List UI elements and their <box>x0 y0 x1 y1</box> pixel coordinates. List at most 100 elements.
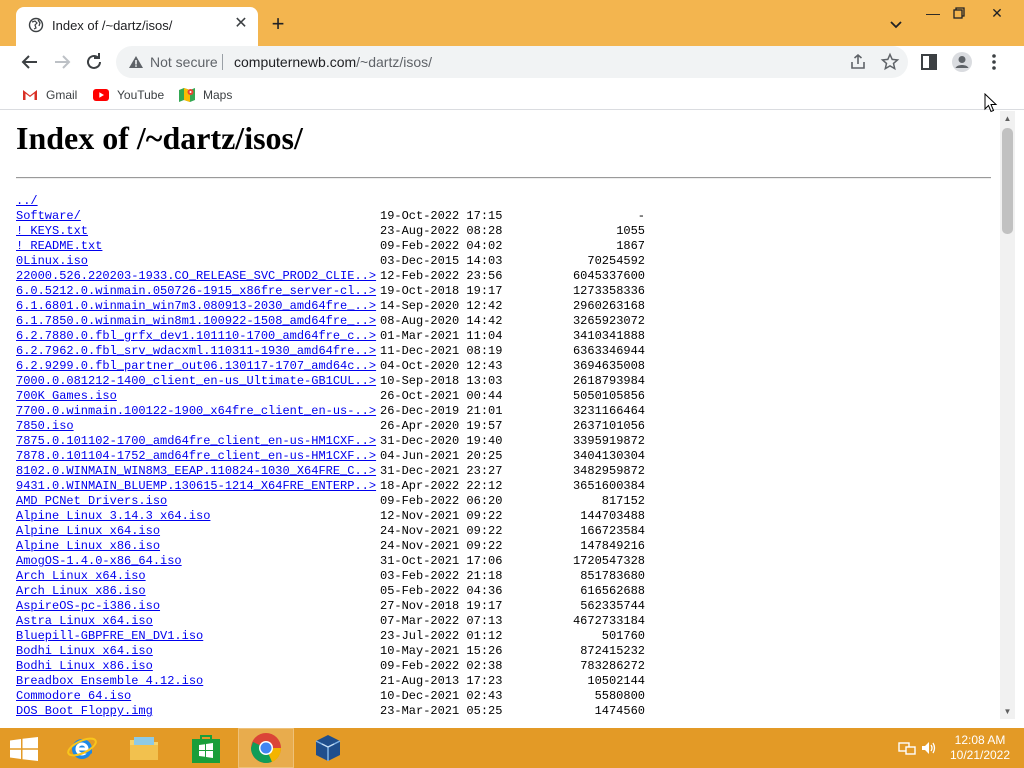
bookmark-youtube[interactable]: YouTube <box>93 85 164 105</box>
windows-start-icon[interactable] <box>10 737 38 761</box>
file-link[interactable]: Bluepill-GBPFRE_EN_DV1.iso <box>16 629 203 644</box>
file-link[interactable]: AmogOS-1.4.0-x86_64.iso <box>16 554 182 569</box>
file-link[interactable]: 6.2.7880.0.fbl_grfx_dev1.101110-1700_amd… <box>16 329 376 344</box>
modified-date: 18-Apr-2022 22:12 <box>380 479 503 493</box>
file-link[interactable]: 9431.0.WINMAIN_BLUEMP.130615-1214_X64FRE… <box>16 479 376 494</box>
reload-icon[interactable] <box>82 50 106 74</box>
file-link[interactable]: AspireOS-pc-i386.iso <box>16 599 160 614</box>
forward-arrow-icon[interactable] <box>50 50 74 74</box>
browser-toolbar: Not secure computernewb.com/~dartz/isos/ <box>0 46 1024 78</box>
file-link[interactable]: 8102.0.WINMAIN_WIN8M3_EEAP.110824-1030_X… <box>16 464 376 479</box>
file-explorer-taskbar-button[interactable] <box>116 728 172 768</box>
address-bar[interactable]: Not secure computernewb.com/~dartz/isos/ <box>116 46 908 78</box>
internet-explorer-taskbar-button[interactable] <box>54 728 110 768</box>
tab-search-chevron-icon[interactable] <box>884 15 908 35</box>
back-arrow-icon[interactable] <box>18 50 42 74</box>
file-link[interactable]: Software/ <box>16 209 81 224</box>
file-size: 783286272 <box>580 659 645 673</box>
profile-avatar-icon[interactable] <box>950 50 974 74</box>
more-menu-icon[interactable] <box>982 50 1006 74</box>
file-link[interactable]: 700K Games.iso <box>16 389 117 404</box>
file-link[interactable]: 7850.iso <box>16 419 74 434</box>
file-size: 3651600384 <box>572 479 645 493</box>
file-size: 3404130304 <box>572 449 645 463</box>
file-size: 1273358336 <box>572 284 645 298</box>
file-link[interactable]: 7875.0.101102-1700_amd64fre_client_en-us… <box>16 434 376 449</box>
scroll-thumb[interactable] <box>1002 128 1013 234</box>
file-link[interactable]: 6.1.7850.0.winmain_win8m1.100922-1508_am… <box>16 314 376 329</box>
warning-triangle-icon[interactable] <box>128 54 144 70</box>
gmail-icon <box>22 89 38 101</box>
clock-time: 12:08 AM <box>954 733 1006 747</box>
file-link[interactable]: Alpine Linux x86.iso <box>16 539 160 554</box>
side-panel-icon[interactable] <box>917 50 941 74</box>
page-title: Index of /~dartz/isos/ <box>16 120 303 156</box>
modified-date: 01-Mar-2021 11:04 <box>380 329 503 343</box>
modified-date: 09-Feb-2022 04:02 <box>380 239 503 253</box>
url-text[interactable]: computernewb.com/~dartz/isos/ <box>234 54 432 70</box>
chrome-taskbar-button[interactable] <box>238 728 294 768</box>
file-link[interactable]: 6.0.5212.0.winmain.050726-1915_x86fre_se… <box>16 284 376 299</box>
close-window-icon[interactable]: ✕ <box>980 0 1014 30</box>
bookmarks-bar: Gmail YouTube Maps <box>0 80 1024 110</box>
file-link[interactable]: 6.2.7962.0.fbl_srv_wdacxml.110311-1930_a… <box>16 344 376 359</box>
file-link[interactable]: 6.2.9299.0.fbl_partner_out06.130117-1707… <box>16 359 376 374</box>
modified-date: 11-Dec-2021 08:19 <box>380 344 503 358</box>
file-link[interactable]: 6.1.6801.0.winmain_win7m3.080913-2030_am… <box>16 299 376 314</box>
modified-date: 04-Oct-2020 12:43 <box>380 359 503 373</box>
file-link[interactable]: Breadbox Ensemble 4.12.iso <box>16 674 203 689</box>
file-link[interactable]: ! KEYS.txt <box>16 224 88 239</box>
bookmark-gmail[interactable]: Gmail <box>22 85 77 105</box>
file-size: 3410341888 <box>572 329 645 343</box>
file-link[interactable]: Commodore 64.iso <box>16 689 131 704</box>
windows-taskbar: 12:08 AM 10/21/2022 <box>0 728 1024 768</box>
active-tab[interactable]: Index of /~dartz/isos/ ✕ <box>16 7 258 46</box>
file-size: 2960263168 <box>572 299 645 313</box>
page-scrollbar[interactable]: ▲ ▼ <box>1000 111 1015 719</box>
virtualbox-taskbar-button[interactable] <box>300 728 356 768</box>
file-link[interactable]: 22000.526.220203-1933.CO_RELEASE_SVC_PRO… <box>16 269 376 284</box>
modified-date: 26-Dec-2019 21:01 <box>380 404 503 418</box>
file-link[interactable]: 7700.0.winmain.100122-1900_x64fre_client… <box>16 404 376 419</box>
share-icon[interactable] <box>848 52 868 72</box>
file-size: 3395919872 <box>572 434 645 448</box>
file-size: 1720547328 <box>572 554 645 568</box>
volume-icon[interactable] <box>920 740 938 756</box>
bookmark-label: Maps <box>203 88 233 102</box>
file-size: 1474560 <box>594 704 645 718</box>
store-taskbar-button[interactable] <box>178 728 234 768</box>
modified-date: 03-Dec-2015 14:03 <box>380 254 503 268</box>
file-link[interactable]: Arch Linux x86.iso <box>16 584 146 599</box>
file-link[interactable]: Alpine Linux x64.iso <box>16 524 160 539</box>
modified-date: 09-Feb-2022 06:20 <box>380 494 503 508</box>
youtube-icon <box>93 89 109 101</box>
file-size: 144703488 <box>580 509 645 523</box>
network-icon[interactable] <box>898 740 916 756</box>
scroll-down-arrow-icon[interactable]: ▼ <box>1003 707 1012 716</box>
parent-directory-link[interactable]: ../ <box>16 194 38 209</box>
file-link[interactable]: 7000.0.081212-1400_client_en-us_Ultimate… <box>16 374 376 389</box>
virtualbox-icon <box>315 735 341 761</box>
file-link[interactable]: Astra Linux x64.iso <box>16 614 153 629</box>
file-link[interactable]: AMD PCNet Drivers.iso <box>16 494 167 509</box>
bookmark-star-icon[interactable] <box>880 52 900 72</box>
tab-title: Index of /~dartz/isos/ <box>52 18 173 33</box>
file-link[interactable]: ! README.txt <box>16 239 102 254</box>
file-link[interactable]: Alpine Linux 3.14.3 x64.iso <box>16 509 210 524</box>
file-size: 5580800 <box>594 689 645 703</box>
file-link[interactable]: Bodhi Linux x64.iso <box>16 644 153 659</box>
file-link[interactable]: DOS Boot Floppy.img <box>16 704 153 719</box>
maximize-icon[interactable] <box>942 0 976 30</box>
scroll-up-arrow-icon[interactable]: ▲ <box>1003 114 1012 123</box>
security-indicator[interactable]: Not secure <box>150 54 218 70</box>
file-link[interactable]: Arch Linux x64.iso <box>16 569 146 584</box>
file-size: 166723584 <box>580 524 645 538</box>
store-bag-icon <box>192 735 220 763</box>
system-clock[interactable]: 12:08 AM 10/21/2022 <box>940 733 1020 763</box>
close-tab-icon[interactable]: ✕ <box>232 15 250 33</box>
file-link[interactable]: 0Linux.iso <box>16 254 88 269</box>
bookmark-maps[interactable]: Maps <box>179 85 232 105</box>
new-tab-button[interactable]: + <box>266 13 290 37</box>
file-link[interactable]: 7878.0.101104-1752_amd64fre_client_en-us… <box>16 449 376 464</box>
file-link[interactable]: Bodhi Linux x86.iso <box>16 659 153 674</box>
